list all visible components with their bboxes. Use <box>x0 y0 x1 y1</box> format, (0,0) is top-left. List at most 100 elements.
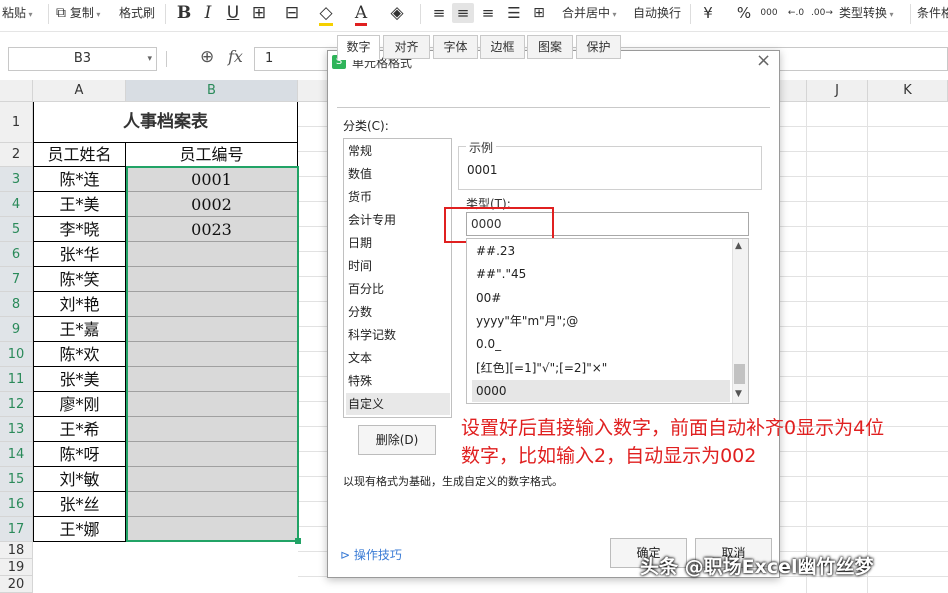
border-icon[interactable]: ⊞ <box>248 3 270 23</box>
column-header-i[interactable] <box>780 80 807 102</box>
header-name-cell[interactable]: 员工姓名 <box>33 143 126 167</box>
column-header-b[interactable]: B <box>126 80 298 102</box>
category-item[interactable]: 日期 <box>346 232 450 254</box>
percent-icon[interactable]: % <box>733 3 755 23</box>
employee-id-cell[interactable] <box>126 467 298 492</box>
tab-border[interactable]: 边框 <box>480 35 525 59</box>
row-header[interactable]: 8 <box>0 292 33 317</box>
tips-link[interactable]: ⊳ 操作技巧 <box>340 546 402 563</box>
employee-id-cell[interactable] <box>126 492 298 517</box>
name-box[interactable]: B3 ▾ <box>8 47 157 71</box>
row-header[interactable]: 19 <box>0 559 33 576</box>
italic-icon[interactable]: I <box>197 3 219 23</box>
zoom-search-icon[interactable]: ⊕ <box>200 47 214 67</box>
employee-id-cell[interactable] <box>126 392 298 417</box>
employee-name-cell[interactable]: 张*华 <box>33 242 126 267</box>
employee-name-cell[interactable]: 王*嘉 <box>33 317 126 342</box>
row-header[interactable]: 5 <box>0 217 33 242</box>
employee-id-cell[interactable]: 0023 <box>126 217 298 242</box>
employee-name-cell[interactable]: 李*晓 <box>33 217 126 242</box>
employee-id-cell[interactable] <box>126 317 298 342</box>
category-item[interactable]: 数值 <box>346 163 450 185</box>
fill-color-icon[interactable]: ◇ <box>315 3 337 26</box>
row-header[interactable]: 13 <box>0 417 33 442</box>
category-item[interactable]: 货币 <box>346 186 450 208</box>
category-item[interactable]: 分数 <box>346 301 450 323</box>
fx-icon[interactable]: fx <box>228 47 243 66</box>
row-header[interactable]: 12 <box>0 392 33 417</box>
type-list-item[interactable]: 0.0_ <box>472 333 730 355</box>
column-header-j[interactable]: J <box>807 80 868 102</box>
row-header[interactable]: 6 <box>0 242 33 267</box>
category-item[interactable]: 时间 <box>346 255 450 277</box>
type-convert-button[interactable]: 类型转换 ▾ <box>839 0 894 28</box>
type-list-item[interactable]: [红色][=1]"√";[=2]"×" <box>472 357 730 379</box>
employee-id-cell[interactable] <box>126 442 298 467</box>
align-right-icon[interactable]: ≡ <box>477 3 499 23</box>
row-header[interactable]: 11 <box>0 367 33 392</box>
employee-name-cell[interactable]: 陈*连 <box>33 167 126 192</box>
underline-icon[interactable]: U <box>222 3 244 23</box>
employee-name-cell[interactable]: 王*娜 <box>33 517 126 542</box>
row-header[interactable]: 2 <box>0 143 33 167</box>
tab-protection[interactable]: 保护 <box>576 35 621 59</box>
employee-name-cell[interactable]: 王*希 <box>33 417 126 442</box>
strikethrough-icon[interactable]: ⊟ <box>281 3 303 23</box>
employee-name-cell[interactable]: 陈*欢 <box>33 342 126 367</box>
row-header[interactable]: 1 <box>0 102 33 143</box>
tab-number[interactable]: 数字 <box>337 35 380 60</box>
employee-name-cell[interactable]: 陈*呀 <box>33 442 126 467</box>
employee-id-cell[interactable] <box>126 242 298 267</box>
employee-id-cell[interactable] <box>126 267 298 292</box>
tab-alignment[interactable]: 对齐 <box>383 35 430 59</box>
justify-icon[interactable]: ☰ <box>503 3 525 23</box>
increase-decimal-icon[interactable]: ←.0 <box>784 3 808 23</box>
employee-name-cell[interactable]: 张*美 <box>33 367 126 392</box>
sheet-title[interactable]: 人事档案表 <box>33 102 298 143</box>
type-list-item[interactable]: yyyy"年"m"月";@ <box>472 310 730 332</box>
close-icon[interactable]: × <box>756 50 771 71</box>
column-header-a[interactable]: A <box>33 80 126 102</box>
employee-name-cell[interactable]: 刘*敏 <box>33 467 126 492</box>
conditional-format-button[interactable]: 条件格 <box>917 0 948 28</box>
employee-id-cell[interactable]: 0001 <box>126 167 298 192</box>
category-item[interactable]: 自定义 <box>346 393 450 415</box>
select-all-corner[interactable] <box>0 80 33 102</box>
row-header[interactable]: 4 <box>0 192 33 217</box>
clear-format-icon[interactable]: ◈ <box>386 3 408 23</box>
row-header[interactable]: 7 <box>0 267 33 292</box>
category-item[interactable]: 百分比 <box>346 278 450 300</box>
scroll-down-icon[interactable]: ▼ <box>735 389 742 399</box>
delete-button[interactable]: 删除(D) <box>358 425 436 455</box>
thousands-separator-icon[interactable]: 000 <box>757 3 781 23</box>
category-item[interactable]: 会计专用 <box>346 209 450 231</box>
employee-id-cell[interactable]: 0002 <box>126 192 298 217</box>
row-header[interactable]: 20 <box>0 576 33 593</box>
column-header-c[interactable] <box>298 80 328 102</box>
align-center-icon[interactable]: ≡ <box>452 3 474 23</box>
wrap-text-button[interactable]: 自动换行 <box>633 0 681 28</box>
category-item[interactable]: 特殊 <box>346 370 450 392</box>
bold-icon[interactable]: B <box>173 3 195 23</box>
currency-icon[interactable]: ¥ <box>697 3 719 23</box>
merge-center-button[interactable]: 合并居中 ▾ <box>562 0 617 28</box>
tab-pattern[interactable]: 图案 <box>527 35 573 59</box>
category-item[interactable]: 文本 <box>346 347 450 369</box>
employee-id-cell[interactable] <box>126 367 298 392</box>
column-header-k[interactable]: K <box>868 80 948 102</box>
employee-name-cell[interactable]: 张*丝 <box>33 492 126 517</box>
employee-id-cell[interactable] <box>126 342 298 367</box>
row-header[interactable]: 18 <box>0 542 33 559</box>
decrease-decimal-icon[interactable]: .00→ <box>810 3 834 23</box>
paste-button[interactable]: 粘贴 ▾ <box>2 0 33 28</box>
row-header[interactable]: 16 <box>0 492 33 517</box>
type-list-item[interactable]: 0000 <box>472 379 730 402</box>
header-id-cell[interactable]: 员工编号 <box>126 143 298 167</box>
fill-handle[interactable] <box>295 538 301 544</box>
format-painter-button[interactable]: 格式刷 <box>119 0 155 28</box>
employee-name-cell[interactable]: 王*美 <box>33 192 126 217</box>
distributed-icon[interactable]: ⊞ <box>528 3 550 23</box>
row-header[interactable]: 10 <box>0 342 33 367</box>
employee-name-cell[interactable]: 廖*刚 <box>33 392 126 417</box>
employee-name-cell[interactable]: 陈*笑 <box>33 267 126 292</box>
